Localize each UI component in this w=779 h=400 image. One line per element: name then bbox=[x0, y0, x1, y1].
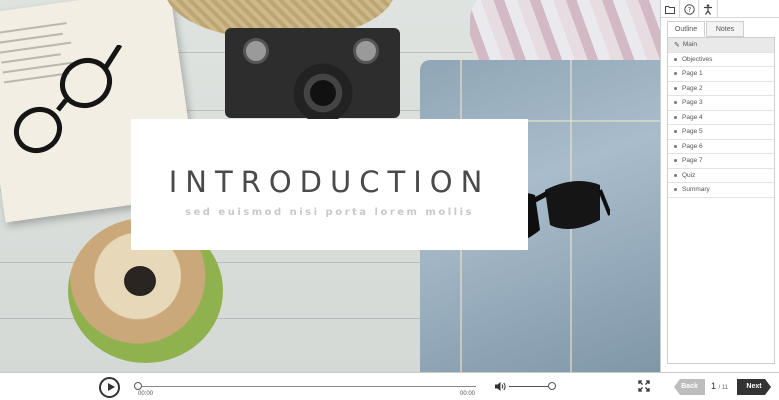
outline-item-summary[interactable]: Summary bbox=[668, 183, 774, 198]
sidebar-toolbar: ? bbox=[661, 0, 779, 18]
seek-bar[interactable] bbox=[138, 386, 476, 387]
outline-item-page-2[interactable]: Page 2 bbox=[668, 82, 774, 96]
sidebar-tabs: Outline Notes bbox=[667, 21, 745, 37]
outline-item-label: Page 2 bbox=[682, 84, 703, 92]
fullscreen-icon[interactable] bbox=[638, 380, 650, 395]
outline-item-page-3[interactable]: Page 3 bbox=[668, 96, 774, 111]
bullet-icon bbox=[674, 173, 677, 177]
outline-item-label: Page 6 bbox=[682, 142, 703, 150]
outline-item-label: Page 3 bbox=[682, 99, 703, 107]
bullet-icon bbox=[674, 72, 677, 76]
outline-item-label: Quiz bbox=[682, 171, 696, 179]
tab-notes[interactable]: Notes bbox=[706, 21, 744, 37]
eyeglasses-image bbox=[13, 45, 123, 154]
current-time: 00:00 bbox=[138, 391, 154, 397]
slide-title: INTRODUCTION bbox=[168, 165, 491, 199]
bullet-icon bbox=[674, 144, 677, 148]
total-pages: / 11 bbox=[718, 385, 729, 391]
total-time: 00:00 bbox=[460, 391, 476, 397]
outline-item-label: Page 5 bbox=[682, 128, 703, 136]
outline-item-label: Objectives bbox=[682, 55, 713, 63]
volume-handle[interactable] bbox=[548, 382, 556, 390]
outline-item-page-6[interactable]: Page 6 bbox=[668, 140, 774, 154]
sidebar: ? Outline Notes ✎ Main Objectives Page 1 … bbox=[660, 0, 779, 372]
bullet-icon bbox=[674, 101, 677, 105]
outline-item-label: Page 7 bbox=[682, 157, 703, 165]
outline-item-objectives[interactable]: Objectives bbox=[668, 53, 774, 67]
volume-icon[interactable] bbox=[494, 381, 507, 395]
volume-slider[interactable] bbox=[509, 386, 553, 387]
play-button[interactable] bbox=[99, 377, 120, 398]
bullet-icon bbox=[674, 115, 677, 119]
outline-item-page-7[interactable]: Page 7 bbox=[668, 154, 774, 169]
player-bar: 00:00 00:00 Back 1 / 11 Next bbox=[0, 372, 779, 400]
seek-handle[interactable] bbox=[134, 382, 142, 390]
outline-item-label: Summary bbox=[682, 186, 710, 194]
tab-outline[interactable]: Outline bbox=[667, 21, 705, 37]
title-card: INTRODUCTION sed euismod nisi porta lore… bbox=[131, 119, 528, 250]
outline-item-label: Main bbox=[682, 41, 697, 49]
page-counter: 1 / 11 bbox=[711, 381, 728, 391]
course-player: INTRODUCTION sed euismod nisi porta lore… bbox=[0, 0, 779, 400]
bullet-icon bbox=[674, 130, 677, 134]
next-button[interactable]: Next bbox=[737, 379, 771, 395]
bullet-icon bbox=[674, 86, 677, 90]
accessibility-icon[interactable] bbox=[699, 0, 718, 18]
outline-item-page-1[interactable]: Page 1 bbox=[668, 67, 774, 82]
outline-list: ✎ Main Objectives Page 1 Page 2 Page 3 Pa… bbox=[667, 37, 775, 364]
outline-item-label: Page 4 bbox=[682, 113, 703, 121]
outline-item-main[interactable]: ✎ Main bbox=[668, 38, 774, 53]
folder-icon[interactable] bbox=[661, 0, 680, 18]
outline-item-label: Page 1 bbox=[682, 70, 703, 78]
outline-item-page-5[interactable]: Page 5 bbox=[668, 125, 774, 140]
outline-item-quiz[interactable]: Quiz bbox=[668, 169, 774, 183]
svg-text:?: ? bbox=[687, 6, 691, 14]
slide-area: INTRODUCTION sed euismod nisi porta lore… bbox=[0, 0, 660, 372]
bullet-icon bbox=[674, 188, 677, 192]
camera-image bbox=[225, 28, 400, 123]
back-button[interactable]: Back bbox=[674, 379, 705, 395]
pencil-icon: ✎ bbox=[674, 41, 680, 49]
help-icon[interactable]: ? bbox=[680, 0, 699, 18]
bullet-icon bbox=[674, 57, 677, 61]
slide-subtitle: sed euismod nisi porta lorem mollis bbox=[185, 207, 474, 218]
bullet-icon bbox=[674, 159, 677, 163]
outline-item-page-4[interactable]: Page 4 bbox=[668, 111, 774, 125]
current-page: 1 bbox=[711, 381, 717, 391]
